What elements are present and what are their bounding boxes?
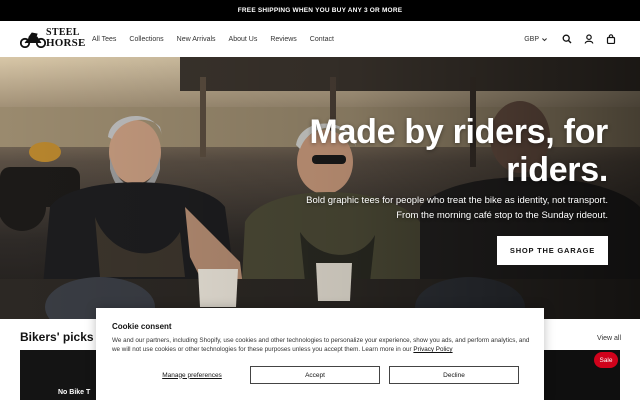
hero-title: Made by riders, for riders. (309, 113, 609, 189)
hero-subtitle-line1: Bold graphic tees for people who treat t… (306, 195, 608, 206)
nav-collections[interactable]: Collections (129, 36, 163, 43)
view-all-link[interactable]: View all (597, 335, 621, 342)
hero-banner: Made by riders, for riders. Bold graphic… (0, 57, 640, 319)
announcement-bar: FREE SHIPPING WHEN YOU BUY ANY 3 OR MORE (0, 0, 640, 21)
collection-title: Bikers' picks (20, 330, 94, 344)
manage-preferences-link[interactable]: Manage preferences (112, 366, 272, 384)
currency-selector[interactable]: GBP (524, 36, 548, 43)
shop-the-garage-button[interactable]: SHOP THE GARAGE (497, 236, 608, 265)
main-nav: All Tees Collections New Arrivals About … (92, 21, 347, 57)
nav-contact[interactable]: Contact (310, 36, 334, 43)
site-header: STEEL HORSE All Tees Collections New Arr… (0, 21, 640, 57)
nav-about-us[interactable]: About Us (229, 36, 258, 43)
cookie-body: We and our partners, including Shopify, … (112, 337, 530, 353)
nav-reviews[interactable]: Reviews (270, 36, 296, 43)
cart-icon[interactable] (606, 34, 616, 44)
hero-subtitle: Bold graphic tees for people who treat t… (268, 193, 608, 223)
decline-button[interactable]: Decline (389, 366, 519, 384)
sale-badge: Sale (594, 352, 618, 368)
logo-line2: HORSE (46, 37, 86, 49)
motorcycle-logo-icon (20, 32, 46, 48)
product-card-1-print-text: No Bike T (58, 389, 91, 396)
currency-label: GBP (524, 35, 539, 43)
chevron-down-icon (542, 37, 547, 41)
cookie-consent-dialog: Cookie consent We and our partners, incl… (96, 308, 544, 400)
store-logo[interactable]: STEEL HORSE (20, 26, 85, 52)
header-actions: GBP (524, 21, 616, 57)
cookie-title: Cookie consent (112, 322, 172, 331)
search-icon[interactable] (562, 34, 572, 44)
accept-button[interactable]: Accept (250, 366, 380, 384)
nav-all-tees[interactable]: All Tees (92, 36, 116, 43)
announcement-text: FREE SHIPPING WHEN YOU BUY ANY 3 OR MORE (237, 7, 403, 14)
nav-new-arrivals[interactable]: New Arrivals (177, 36, 216, 43)
hero-subtitle-line2: From the morning café stop to the Sunday… (396, 210, 608, 221)
cookie-text: We and our partners, including Shopify, … (112, 336, 532, 354)
product-card-1[interactable]: No Bike T (20, 350, 100, 400)
privacy-policy-link[interactable]: Privacy Policy (413, 346, 452, 353)
account-icon[interactable] (584, 34, 594, 44)
